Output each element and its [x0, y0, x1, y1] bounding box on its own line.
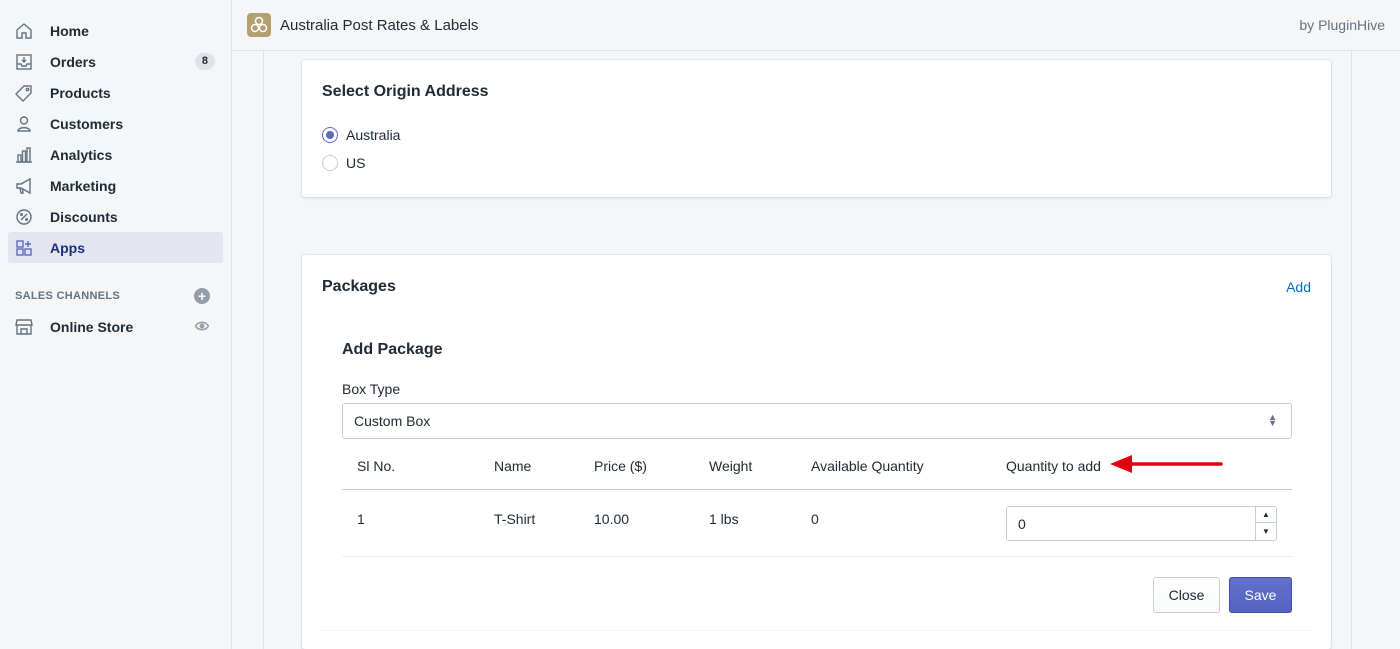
stepper-controls: ▲ ▼	[1255, 507, 1276, 540]
origin-option-australia[interactable]: Australia	[322, 127, 400, 143]
cell-available-quantity: 0	[811, 511, 819, 527]
radio-label: US	[346, 155, 366, 171]
table-header-divider	[342, 489, 1292, 490]
sidebar-item-label: Apps	[50, 239, 85, 256]
radio-label: Australia	[346, 127, 401, 143]
sidebar-item-label: Orders	[50, 53, 96, 70]
column-header-price: Price ($)	[594, 458, 647, 474]
app-logo-icon	[247, 13, 271, 37]
sidebar-item-apps[interactable]: Apps	[8, 232, 223, 263]
app-topbar: Australia Post Rates & Labels by PluginH…	[232, 0, 1400, 51]
orders-count-badge: 8	[194, 53, 215, 70]
column-header-available-quantity: Available Quantity	[811, 458, 924, 474]
save-button[interactable]: Save	[1229, 577, 1292, 613]
sidebar-item-label: Online Store	[50, 318, 134, 335]
quantity-value: 0	[1018, 515, 1026, 532]
column-header-weight: Weight	[709, 458, 753, 474]
sidebar-item-label: Products	[50, 84, 111, 101]
cell-name: T-Shirt	[494, 511, 536, 527]
select-arrows-icon: ▲ ▼	[1268, 412, 1277, 428]
sidebar-item-discounts[interactable]: Discounts	[8, 201, 223, 232]
annotation-arrow-icon	[1110, 455, 1223, 473]
cell-price: 10.00	[594, 511, 630, 527]
home-icon	[12, 19, 36, 43]
app-byline: by PluginHive	[1299, 17, 1385, 33]
sidebar-item-label: Analytics	[50, 146, 113, 163]
bar-chart-icon	[12, 143, 36, 167]
orders-icon	[12, 50, 36, 74]
column-header-quantity-to-add: Quantity to add	[1006, 458, 1101, 474]
add-package-link[interactable]: Add	[1286, 279, 1311, 295]
increment-icon[interactable]: ▲	[1256, 507, 1276, 523]
close-button[interactable]: Close	[1153, 577, 1220, 613]
packages-card: Packages Add Add Package Box Type Custom…	[302, 255, 1331, 649]
table-row-divider	[342, 556, 1292, 557]
sidebar-item-label: Home	[50, 22, 89, 39]
sidebar-item-orders[interactable]: Orders 8	[8, 46, 223, 77]
box-type-select[interactable]: Custom Box ▲ ▼	[342, 403, 1292, 439]
box-type-label: Box Type	[342, 381, 401, 397]
sidebar-item-label: Customers	[50, 115, 124, 132]
app-title: Australia Post Rates & Labels	[280, 16, 479, 34]
decrement-icon[interactable]: ▼	[1256, 523, 1276, 539]
discount-icon	[12, 205, 36, 229]
radio-us[interactable]	[322, 155, 338, 171]
sidebar-item-products[interactable]: Products	[8, 77, 223, 108]
eye-icon[interactable]	[194, 318, 210, 337]
add-package-title: Add Package	[342, 341, 443, 358]
quantity-stepper[interactable]: 0 ▲ ▼	[1006, 506, 1277, 541]
sidebar-item-label: Marketing	[50, 177, 117, 194]
packages-title: Packages	[322, 278, 396, 295]
sales-channels-header: SALES CHANNELS +	[0, 288, 231, 304]
sidebar-item-online-store[interactable]: Online Store	[8, 311, 223, 342]
sales-channels-title: SALES CHANNELS	[15, 290, 121, 302]
origin-address-title: Select Origin Address	[322, 83, 489, 100]
origin-address-card: Select Origin Address Australia US	[302, 60, 1331, 197]
sidebar: Home Orders 8 Products Customers Analyti…	[0, 0, 232, 649]
radio-australia[interactable]	[322, 127, 338, 143]
add-package-panel: Add Package Box Type Custom Box ▲ ▼ Sl No…	[322, 318, 1311, 631]
column-header-sl-no: Sl No.	[357, 458, 396, 474]
sidebar-item-customers[interactable]: Customers	[8, 108, 223, 139]
cell-sl-no: 1	[357, 511, 365, 527]
add-channel-icon[interactable]: +	[194, 288, 210, 304]
sidebar-item-label: Discounts	[50, 208, 118, 225]
store-icon	[12, 315, 36, 339]
sidebar-item-analytics[interactable]: Analytics	[8, 139, 223, 170]
cell-weight: 1 lbs	[709, 511, 739, 527]
sidebar-item-marketing[interactable]: Marketing	[8, 170, 223, 201]
tag-icon	[12, 81, 36, 105]
column-header-name: Name	[494, 458, 532, 474]
origin-option-us[interactable]: US	[322, 155, 365, 171]
apps-icon	[12, 236, 36, 260]
box-type-value: Custom Box	[354, 413, 431, 429]
megaphone-icon	[12, 174, 36, 198]
sidebar-item-home[interactable]: Home	[8, 15, 223, 46]
person-icon	[12, 112, 36, 136]
